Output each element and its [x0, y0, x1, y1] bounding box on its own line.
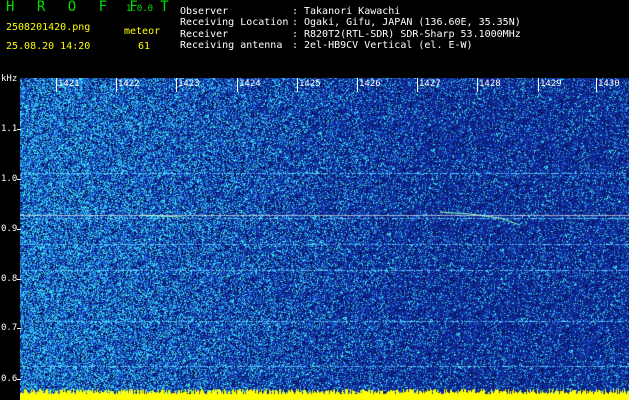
y-tick-label: 0.7	[1, 323, 18, 333]
info-separator: :	[292, 29, 299, 40]
x-tick-label: 1430	[598, 79, 620, 89]
x-tick-label: 1429	[540, 79, 562, 89]
y-tick-label: 0.6	[1, 374, 18, 384]
meteor-label: meteor	[124, 26, 161, 37]
info-value: 2el-HB9CV Vertical (el. E-W)	[304, 40, 473, 51]
y-tick-mark	[17, 229, 21, 230]
x-tick-mark	[176, 78, 177, 92]
header-panel: H R O F F T 1.0.0 2508201420.png 25.08.2…	[0, 0, 629, 74]
meteor-count: 61	[138, 41, 151, 52]
y-tick-mark	[17, 379, 21, 380]
y-tick-mark	[17, 179, 21, 180]
y-tick-label: 0.8	[1, 274, 18, 284]
info-key: Receiving antenna	[180, 40, 283, 51]
info-value: Takanori Kawachi	[304, 6, 401, 17]
info-key: Observer	[180, 6, 229, 17]
info-row-receiver: Receiver: R820T2(RTL-SDR) SDR-Sharp 53.10…	[180, 29, 521, 40]
x-tick-label: 1427	[419, 79, 441, 89]
x-tick-mark	[56, 78, 57, 92]
info-separator: :	[292, 6, 299, 17]
x-tick-mark	[297, 78, 298, 92]
x-tick-label: 1423	[178, 79, 200, 89]
y-tick-label: 1.1	[1, 124, 18, 134]
x-tick-mark	[357, 78, 358, 92]
x-tick-label: 1422	[118, 79, 140, 89]
info-row-location: Receiving Location: Ogaki, Gifu, JAPAN (1…	[180, 17, 521, 28]
spectrogram-canvas	[20, 78, 629, 400]
capture-datetime: 25.08.20 14:20	[6, 41, 91, 52]
x-tick-label: 1424	[239, 79, 261, 89]
x-tick-mark	[237, 78, 238, 92]
y-tick-label: 1.0	[1, 174, 18, 184]
y-tick-mark	[17, 129, 21, 130]
x-tick-label: 1421	[58, 79, 80, 89]
info-key: Receiver	[180, 29, 229, 40]
info-row-observer: Observer: Takanori Kawachi	[180, 6, 400, 17]
info-value: Ogaki, Gifu, JAPAN (136.60E, 35.35N)	[304, 17, 521, 28]
x-tick-mark	[596, 78, 597, 92]
x-tick-mark	[538, 78, 539, 92]
info-separator: :	[292, 17, 299, 28]
y-axis-unit: kHz	[1, 74, 18, 84]
x-tick-mark	[417, 78, 418, 92]
info-value: R820T2(RTL-SDR) SDR-Sharp 53.1000MHz	[304, 29, 521, 40]
file-name: 2508201420.png	[6, 22, 91, 33]
app-version: 1.0.0	[126, 4, 154, 14]
y-tick-label: 0.9	[1, 224, 18, 234]
x-tick-label: 1428	[479, 79, 501, 89]
y-tick-mark	[17, 328, 21, 329]
x-tick-label: 1425	[299, 79, 321, 89]
x-tick-label: 1426	[359, 79, 381, 89]
x-tick-mark	[477, 78, 478, 92]
info-row-antenna: Receiving antenna:2el-HB9CV Vertical (el…	[180, 40, 473, 51]
x-tick-mark	[116, 78, 117, 92]
info-key: Receiving Location	[180, 17, 289, 28]
y-tick-mark	[17, 279, 21, 280]
info-separator: :	[292, 40, 299, 51]
